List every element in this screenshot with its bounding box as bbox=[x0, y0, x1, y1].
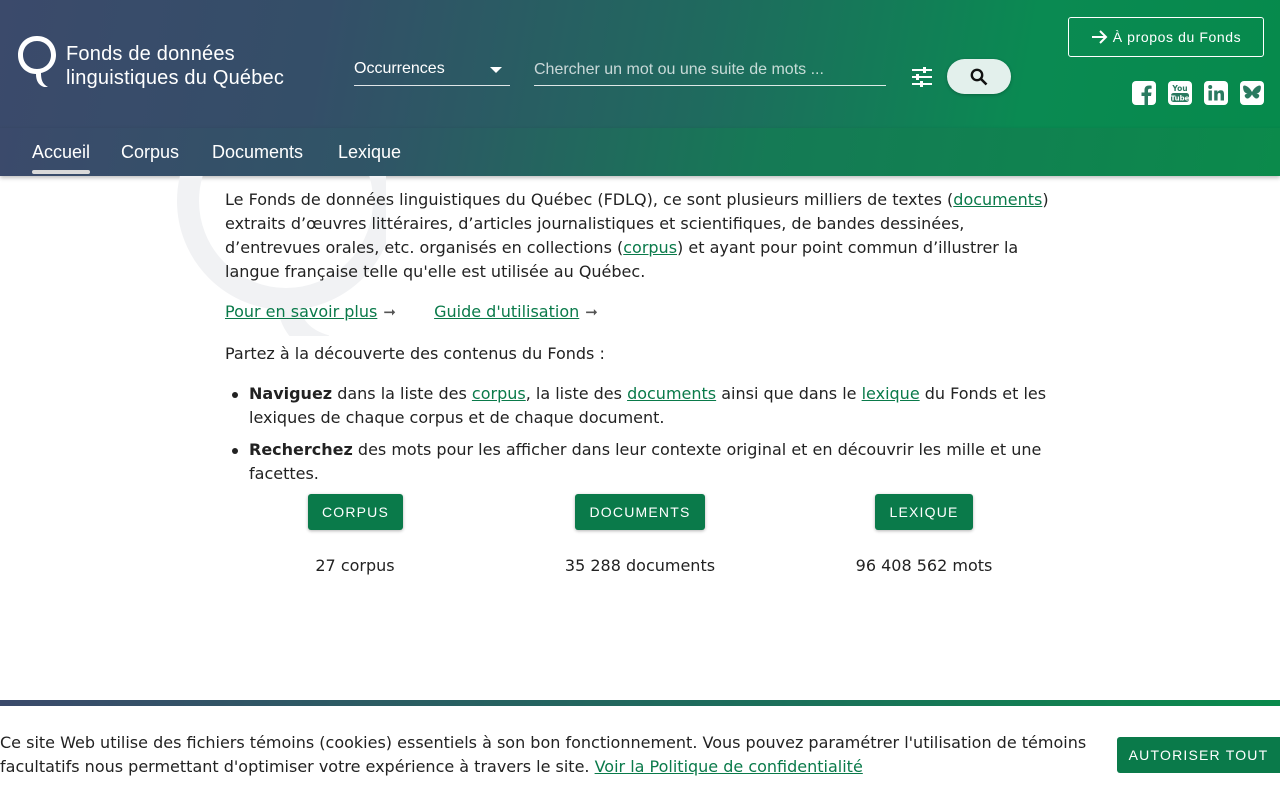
site-logo[interactable]: Fonds de données linguistiques du Québec bbox=[16, 33, 306, 91]
corpus-button[interactable]: CORPUS bbox=[308, 494, 403, 530]
arrow-right-icon: ➞ bbox=[383, 303, 396, 321]
intro-text-1: Le Fonds de données linguistiques du Qué… bbox=[225, 190, 954, 209]
documents-list-link[interactable]: documents bbox=[627, 384, 716, 403]
about-fund-label: À propos du Fonds bbox=[1112, 29, 1242, 45]
list-item: Naviguez dans la liste des corpus, la li… bbox=[232, 382, 1055, 430]
corpus-count: 27 corpus bbox=[315, 556, 395, 575]
search-icon bbox=[970, 68, 988, 85]
search-scope-value: Occurrences bbox=[354, 60, 445, 77]
search-button[interactable] bbox=[947, 59, 1011, 94]
search-input[interactable] bbox=[534, 56, 886, 84]
discover-lead: Partez à la découverte des contenus du F… bbox=[225, 344, 605, 363]
list-text: ainsi que dans le bbox=[716, 384, 862, 403]
site-name: Fonds de données linguistiques du Québec bbox=[66, 42, 284, 90]
list-text: , la liste des bbox=[525, 384, 628, 403]
site-name-line1: Fonds de données bbox=[66, 43, 235, 65]
search-field[interactable] bbox=[534, 56, 886, 86]
logo-q-icon bbox=[18, 36, 56, 87]
main-nav: Accueil Corpus Documents Lexique bbox=[0, 128, 1280, 176]
linkedin-link[interactable] bbox=[1203, 80, 1229, 106]
list-text: dans la liste des bbox=[332, 384, 472, 403]
navigate-bold: Naviguez bbox=[249, 384, 333, 403]
list-text: des mots pour les afficher dans leur con… bbox=[249, 440, 1042, 483]
privacy-policy-link[interactable]: Voir la Politique de confidentialité bbox=[595, 757, 863, 776]
intro-paragraph: Le Fonds de données linguistiques du Qué… bbox=[225, 188, 1055, 284]
documents-link[interactable]: documents bbox=[953, 190, 1042, 209]
cookie-text: Ce site Web utilise des fichiers témoins… bbox=[0, 733, 1087, 776]
search-scope-select[interactable]: Occurrences bbox=[354, 56, 510, 86]
svg-text:Tube: Tube bbox=[1171, 95, 1190, 103]
nav-item-corpus[interactable]: Corpus bbox=[121, 142, 179, 163]
nav-item-accueil[interactable]: Accueil bbox=[32, 142, 91, 174]
site-name-line2: linguistiques du Québec bbox=[66, 67, 285, 89]
facebook-icon bbox=[1132, 81, 1156, 105]
cookie-banner-accent bbox=[0, 700, 1280, 706]
svg-text:You: You bbox=[1171, 84, 1187, 93]
corpus-list-link[interactable]: corpus bbox=[472, 384, 526, 403]
linkedin-icon bbox=[1204, 81, 1228, 105]
caret-down-icon bbox=[490, 67, 502, 73]
youtube-icon: You Tube bbox=[1168, 81, 1192, 105]
youtube-link[interactable]: You Tube bbox=[1167, 80, 1193, 106]
bluesky-icon bbox=[1240, 81, 1264, 105]
about-fund-button[interactable]: À propos du Fonds bbox=[1068, 17, 1264, 57]
nav-item-documents[interactable]: Documents bbox=[212, 142, 303, 163]
documents-count: 35 288 documents bbox=[564, 556, 716, 575]
cookie-banner: Ce site Web utilise des fichiers témoins… bbox=[0, 700, 1280, 800]
bluesky-link[interactable] bbox=[1239, 80, 1265, 106]
cookie-message: Ce site Web utilise des fichiers témoins… bbox=[0, 731, 1095, 779]
facebook-link[interactable] bbox=[1131, 80, 1157, 106]
learn-more-link[interactable]: Pour en savoir plus bbox=[225, 302, 377, 321]
arrow-right-icon: ➞ bbox=[585, 303, 598, 321]
words-count: 96 408 562 mots bbox=[855, 556, 993, 575]
nav-item-lexique[interactable]: Lexique bbox=[338, 142, 401, 163]
lexique-button[interactable]: LEXIQUE bbox=[875, 494, 973, 530]
lexicon-link[interactable]: lexique bbox=[862, 384, 920, 403]
accept-all-cookies-button[interactable]: AUTORISER TOUT bbox=[1117, 737, 1280, 773]
list-item: Recherchez des mots pour les afficher da… bbox=[232, 438, 1055, 486]
site-header: Fonds de données linguistiques du Québec… bbox=[0, 0, 1280, 128]
feature-list: Naviguez dans la liste des corpus, la li… bbox=[232, 382, 1055, 494]
documents-button[interactable]: DOCUMENTS bbox=[575, 494, 705, 530]
corpus-link[interactable]: corpus bbox=[623, 238, 677, 257]
arrow-right-icon bbox=[1091, 30, 1108, 44]
search-bold: Recherchez bbox=[249, 440, 353, 459]
tune-icon bbox=[912, 67, 932, 87]
user-guide-link[interactable]: Guide d'utilisation bbox=[434, 302, 579, 321]
advanced-search-button[interactable] bbox=[908, 63, 936, 91]
info-links: Pour en savoir plus ➞ Guide d'utilisation… bbox=[225, 300, 598, 324]
